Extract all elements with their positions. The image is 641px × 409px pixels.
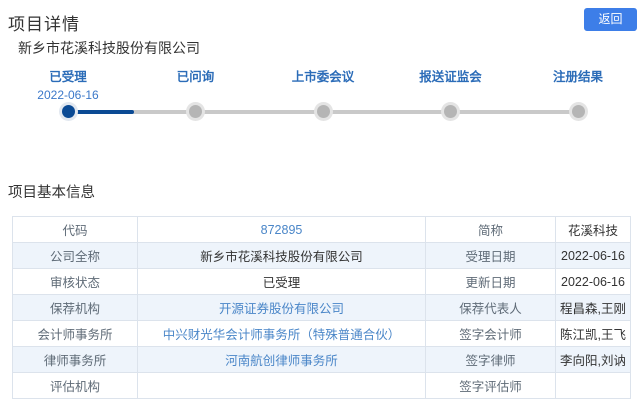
info-label-text: 代码 — [62, 224, 88, 238]
stepper-dot-active — [61, 105, 75, 118]
info-value-cell: 已受理 — [137, 268, 426, 295]
info-label-text: 更新日期 — [465, 276, 516, 290]
info-value-link[interactable]: 872895 — [261, 223, 303, 237]
info-value-cell — [137, 372, 426, 399]
info-label-cell: 保荐机构 — [12, 294, 138, 321]
info-label-text: 签字评估师 — [459, 380, 522, 394]
info-value-cell: 李向阳,刘讷 — [555, 346, 631, 373]
basic-info-table: 代码 872895 简称 花溪科技公司全称 新乡市花溪科技股份有限公司 受理日期 2022-… — [12, 216, 631, 399]
info-label-cell: 评估机构 — [12, 372, 138, 399]
stepper-step: 报送证监会 — [386, 66, 516, 85]
info-value-text: 李向阳,刘讷 — [560, 354, 626, 368]
stepper-step-date: 2022-06-16 — [37, 88, 99, 102]
info-value-text: 已受理 — [262, 276, 301, 290]
info-value-cell: 新乡市花溪科技股份有限公司 — [137, 242, 426, 269]
stepper-step-label: 已受理 — [49, 70, 87, 84]
stepper-step: 已受理 2022-06-16 — [3, 66, 133, 102]
info-label-cell: 审核状态 — [12, 268, 138, 295]
info-label-text: 签字会计师 — [459, 328, 522, 342]
info-label-cell: 代码 — [12, 216, 138, 243]
info-value-text: 2022-06-16 — [561, 248, 625, 263]
info-label-text: 签字律师 — [465, 354, 516, 368]
stepper-progress-fill — [68, 110, 134, 114]
stepper-step-label: 已问询 — [176, 70, 215, 84]
info-label-text: 简称 — [477, 224, 503, 238]
table-row: 公司全称 新乡市花溪科技股份有限公司 受理日期 2022-06-16 — [12, 242, 631, 269]
info-label-cell: 会计师事务所 — [12, 320, 138, 347]
table-row: 代码 872895 简称 花溪科技 — [12, 216, 631, 243]
info-value-text: 程昌森,王刚 — [560, 302, 626, 316]
info-label-text: 审核状态 — [49, 276, 100, 290]
info-value-link[interactable]: 中兴财光华会计师事务所（特殊普通合伙） — [163, 328, 401, 342]
info-label-cell: 公司全称 — [12, 242, 138, 269]
info-value-cell: 2022-06-16 — [555, 268, 631, 295]
info-label-cell: 简称 — [425, 216, 556, 243]
info-label-cell: 更新日期 — [425, 268, 556, 295]
info-value-cell: 陈江凯,王飞 — [555, 320, 631, 347]
stepper-dot — [189, 105, 202, 118]
table-row: 会计师事务所 中兴财光华会计师事务所（特殊普通合伙） 签字会计师 陈江凯,王飞 — [12, 320, 631, 347]
info-label-text: 律师事务所 — [43, 354, 107, 368]
stepper-dot — [571, 105, 585, 118]
info-value-cell: 河南航创律师事务所 — [137, 346, 426, 373]
progress-stepper: 已受理 2022-06-16 已问询 上市委会议 报送证监会 注册结果 — [0, 0, 641, 150]
info-label-cell: 受理日期 — [425, 242, 556, 269]
info-value-link[interactable]: 开源证券股份有限公司 — [219, 302, 344, 316]
stepper-step: 上市委会议 — [258, 66, 388, 85]
stepper-step: 已问询 — [131, 66, 261, 85]
info-value-cell: 中兴财光华会计师事务所（特殊普通合伙） — [137, 320, 426, 347]
info-value-cell: 2022-06-16 — [555, 242, 631, 269]
info-value-text: 陈江凯,王飞 — [560, 328, 626, 342]
table-row: 律师事务所 河南航创律师事务所 签字律师 李向阳,刘讷 — [12, 346, 631, 373]
info-value-cell: 花溪科技 — [555, 216, 631, 243]
stepper-step-label: 上市委会议 — [291, 70, 355, 84]
stepper-dot — [444, 105, 457, 118]
info-value-text: 2022-06-16 — [561, 274, 625, 289]
info-label-text: 公司全称 — [49, 250, 100, 264]
info-value-cell: 程昌森,王刚 — [555, 294, 631, 321]
info-label-text: 受理日期 — [465, 250, 516, 264]
info-label-text: 保荐机构 — [49, 302, 100, 316]
table-row: 保荐机构 开源证券股份有限公司 保荐代表人 程昌森,王刚 — [12, 294, 631, 321]
table-row: 审核状态 已受理 更新日期 2022-06-16 — [12, 268, 631, 295]
info-value-cell: 开源证券股份有限公司 — [137, 294, 426, 321]
table-row: 评估机构 签字评估师 — [12, 372, 631, 399]
info-label-text: 会计师事务所 — [37, 328, 113, 342]
stepper-dot — [316, 105, 330, 118]
info-label-text: 保荐代表人 — [459, 302, 522, 316]
info-label-text: 评估机构 — [49, 380, 100, 394]
section-title-basic-info: 项目基本信息 — [8, 185, 95, 201]
info-label-cell: 签字律师 — [425, 346, 556, 373]
stepper-step-label: 报送证监会 — [419, 70, 482, 84]
project-detail-page: 项目详情 返回 新乡市花溪科技股份有限公司 已受理 2022-06-16 已问询 上市… — [0, 0, 641, 409]
info-label-cell: 签字会计师 — [425, 320, 556, 347]
stepper-step-label: 注册结果 — [552, 70, 603, 84]
info-value-text: 花溪科技 — [567, 224, 618, 238]
stepper-step: 注册结果 — [513, 66, 641, 85]
info-label-cell: 律师事务所 — [12, 346, 138, 373]
info-label-cell: 签字评估师 — [425, 372, 556, 399]
info-value-cell — [555, 372, 631, 399]
info-value-link[interactable]: 河南航创律师事务所 — [225, 354, 338, 368]
info-value-text: 新乡市花溪科技股份有限公司 — [200, 250, 363, 264]
info-label-cell: 保荐代表人 — [425, 294, 556, 321]
info-value-cell: 872895 — [137, 216, 426, 243]
